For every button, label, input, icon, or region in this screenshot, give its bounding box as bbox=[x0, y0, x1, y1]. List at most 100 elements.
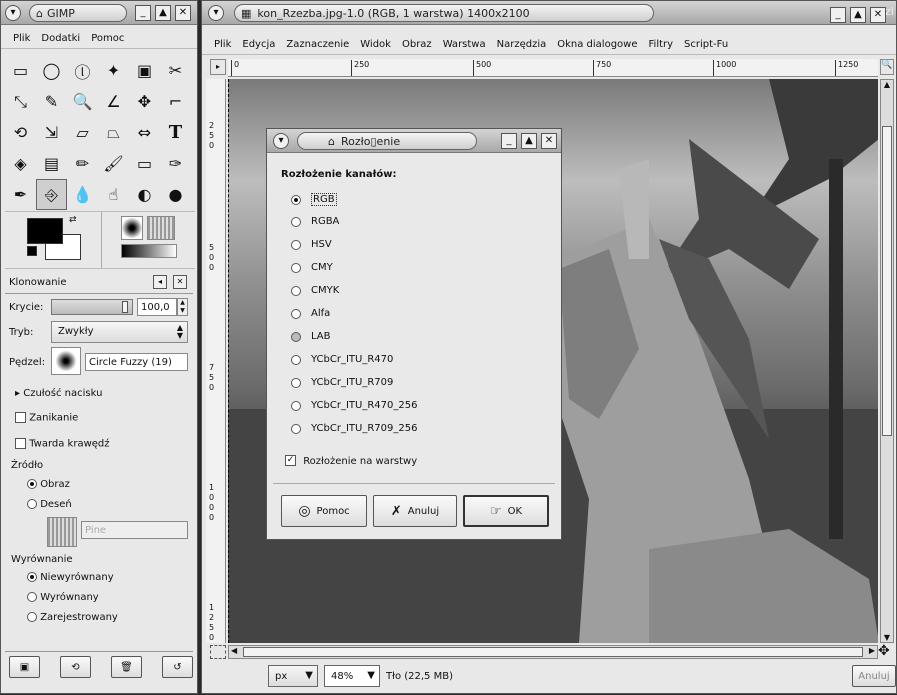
perspective-icon[interactable]: ⏢ bbox=[98, 117, 129, 148]
ok-button[interactable]: ☞ OK bbox=[463, 495, 549, 527]
options-close-icon[interactable]: ✕ bbox=[173, 275, 187, 289]
foreground-color-swatch[interactable] bbox=[27, 218, 63, 244]
channel-option-ycbcr-itu-r470-256[interactable]: YCbCr_ITU_R470_256 bbox=[291, 400, 417, 411]
channel-option-ycbcr-itu-r709[interactable]: YCbCr_ITU_R709 bbox=[291, 377, 393, 388]
dodge-icon[interactable]: ◐ bbox=[129, 179, 160, 210]
minimize-button[interactable]: _ bbox=[830, 7, 846, 23]
restore-options-button[interactable]: ⟲ bbox=[60, 656, 91, 678]
menu-pomoc[interactable]: Pomoc bbox=[91, 33, 124, 44]
brush-preview[interactable] bbox=[121, 216, 143, 240]
menu-zaznaczenie[interactable]: Zaznaczenie bbox=[286, 39, 349, 50]
maximize-button[interactable]: ▲ bbox=[850, 7, 866, 23]
radio-off[interactable] bbox=[291, 216, 301, 227]
brush-button[interactable] bbox=[51, 347, 81, 375]
source-image-radio[interactable]: Obraz bbox=[27, 479, 70, 490]
color-select-icon[interactable]: ▣ bbox=[129, 55, 160, 86]
close-button[interactable]: ✕ bbox=[870, 7, 886, 23]
ellipse-select-icon[interactable]: ◯ bbox=[36, 55, 67, 86]
vertical-scrollbar[interactable]: ▲ ▼ bbox=[880, 79, 894, 643]
pencil-icon[interactable]: ✏ bbox=[67, 148, 98, 179]
window-menu-button[interactable]: ▾ bbox=[208, 5, 224, 21]
radio-on[interactable] bbox=[27, 479, 37, 489]
opacity-input[interactable]: 100,0 bbox=[137, 298, 177, 316]
image-titlebar[interactable]: ▾ ▦ kon_Rzezba.jpg-1.0 (RGB, 1 warstwa) … bbox=[202, 1, 896, 25]
smudge-icon[interactable]: ☝ bbox=[98, 179, 129, 210]
horizontal-scrollbar[interactable]: ◀ ▶ bbox=[228, 645, 878, 659]
scale-icon[interactable]: ⇲ bbox=[36, 117, 67, 148]
menu-widok[interactable]: Widok bbox=[360, 39, 391, 50]
text-icon[interactable]: T bbox=[160, 117, 191, 148]
blend-icon[interactable]: ▤ bbox=[36, 148, 67, 179]
opacity-spin[interactable]: ▲ ▼ bbox=[177, 298, 188, 316]
scroll-right-icon[interactable]: ▶ bbox=[869, 646, 875, 655]
radio-off[interactable] bbox=[291, 239, 301, 250]
scissors-icon[interactable]: ✂ bbox=[160, 55, 191, 86]
cancel-status-button[interactable]: Anuluj bbox=[852, 665, 896, 687]
ink-icon[interactable]: ✒ bbox=[5, 179, 36, 210]
align-none-radio[interactable]: Niewyrównany bbox=[27, 572, 114, 583]
rect-select-icon[interactable]: ▭ bbox=[5, 55, 36, 86]
fade-check[interactable] bbox=[15, 412, 26, 423]
eraser-icon[interactable]: ▭ bbox=[129, 148, 160, 179]
align-aligned-radio[interactable]: Wyrównany bbox=[27, 592, 99, 603]
toolbox-titlebar[interactable]: ▾ ⌂ GIMP _ ▲ ✕ bbox=[1, 1, 197, 25]
channel-option-hsv[interactable]: HSV bbox=[291, 239, 332, 250]
window-menu-button[interactable]: ▾ bbox=[5, 5, 21, 21]
bucket-fill-icon[interactable]: ◈ bbox=[5, 148, 36, 179]
source-pattern-radio[interactable]: Deseń bbox=[27, 499, 72, 510]
window-menu-button[interactable]: ▾ bbox=[273, 133, 289, 149]
zoom-select[interactable]: 48% ▼ bbox=[324, 665, 380, 687]
crop-icon[interactable]: ⌐ bbox=[160, 86, 191, 117]
delete-options-button[interactable]: 🗑 bbox=[111, 656, 142, 678]
pattern-button[interactable] bbox=[47, 517, 77, 547]
lasso-icon[interactable]: ⓛ bbox=[67, 55, 98, 86]
menu-script-fu[interactable]: Script-Fu bbox=[684, 39, 728, 50]
horizontal-ruler[interactable]: 0 250 500 750 1000 1250 bbox=[228, 59, 878, 77]
scroll-up-icon[interactable]: ▲ bbox=[881, 80, 893, 89]
radio-off[interactable] bbox=[291, 331, 301, 342]
nav-corner-button[interactable] bbox=[210, 645, 226, 659]
clone-icon[interactable]: ⎆ bbox=[36, 179, 67, 210]
menu-okna-dialogowe[interactable]: Okna dialogowe bbox=[557, 39, 637, 50]
layers-check[interactable]: ✓ bbox=[285, 455, 296, 466]
scroll-thumb[interactable] bbox=[882, 126, 892, 436]
heal-icon[interactable]: 💧 bbox=[67, 179, 98, 210]
paintbrush-icon[interactable]: 🖌 bbox=[98, 148, 129, 179]
dialog-titlebar[interactable]: ▾ ⌂ Rozło▯enie _ ▲ ✕ bbox=[267, 129, 561, 153]
radio-off[interactable] bbox=[291, 400, 301, 411]
radio-off[interactable] bbox=[27, 499, 37, 509]
maximize-button[interactable]: ▲ bbox=[521, 133, 537, 149]
pattern-preview[interactable] bbox=[147, 216, 175, 240]
opacity-slider[interactable] bbox=[51, 299, 133, 315]
ruler-corner-button[interactable]: ▸ bbox=[210, 59, 226, 75]
align-registered-radio[interactable]: Zarejestrowany bbox=[27, 612, 118, 623]
channel-option-cmyk[interactable]: CMYK bbox=[291, 285, 339, 296]
flip-icon[interactable]: ⇔ bbox=[129, 117, 160, 148]
move-icon[interactable]: ✥ bbox=[129, 86, 160, 117]
fade-checkbox[interactable]: Zanikanie bbox=[15, 412, 78, 424]
radio-off[interactable] bbox=[291, 354, 301, 365]
radio-off[interactable] bbox=[291, 262, 301, 273]
channel-option-lab[interactable]: LAB bbox=[291, 331, 331, 342]
menu-edycja[interactable]: Edycja bbox=[242, 39, 275, 50]
channel-option-alfa[interactable]: Alfa bbox=[291, 308, 330, 319]
channel-option-ycbcr-itu-r709-256[interactable]: YCbCr_ITU_R709_256 bbox=[291, 423, 417, 434]
opacity-slider-handle[interactable] bbox=[122, 301, 128, 313]
fuzzy-select-icon[interactable]: ✦ bbox=[98, 55, 129, 86]
unit-select[interactable]: px ▼ bbox=[268, 665, 318, 687]
scroll-left-icon[interactable]: ◀ bbox=[231, 646, 237, 655]
layers-checkbox[interactable]: ✓ Rozłożenie na warstwy bbox=[285, 455, 417, 467]
maximize-button[interactable]: ▲ bbox=[155, 5, 171, 21]
channel-option-cmy[interactable]: CMY bbox=[291, 262, 333, 273]
airbrush-icon[interactable]: ✑ bbox=[160, 148, 191, 179]
options-menu-icon[interactable]: ◂ bbox=[153, 275, 167, 289]
menu-narz-dzia[interactable]: Narzędzia bbox=[497, 39, 547, 50]
mode-select[interactable]: Zwykły ▲ ▼ bbox=[51, 321, 188, 343]
color-picker-icon[interactable]: ✎ bbox=[36, 86, 67, 117]
reset-options-button[interactable]: ↺ bbox=[162, 656, 193, 678]
menu-plik[interactable]: Plik bbox=[13, 33, 30, 44]
radio-on[interactable] bbox=[291, 194, 301, 205]
burn-icon[interactable]: ● bbox=[160, 179, 191, 210]
radio-off[interactable] bbox=[27, 612, 37, 622]
channel-option-rgba[interactable]: RGBA bbox=[291, 216, 339, 227]
